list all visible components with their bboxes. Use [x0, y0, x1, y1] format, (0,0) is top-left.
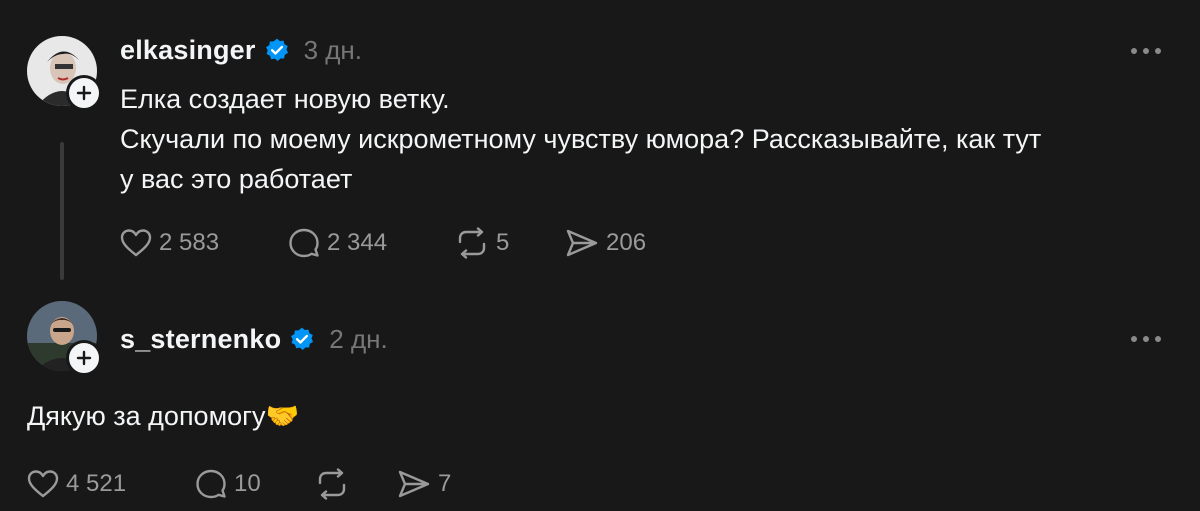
reply-button[interactable]: 10: [195, 468, 315, 500]
follow-button[interactable]: [66, 75, 102, 111]
plus-icon: [76, 350, 92, 366]
share-button[interactable]: 206: [565, 228, 646, 258]
post-body: Елка создает новую ветку. Скучали по мое…: [120, 79, 1180, 199]
follow-button[interactable]: [66, 340, 102, 376]
verified-badge-icon: [265, 38, 288, 61]
more-icon[interactable]: [1131, 48, 1161, 54]
reply-count: 10: [234, 470, 261, 497]
username[interactable]: elkasinger: [120, 35, 256, 66]
send-icon: [566, 229, 598, 257]
post-header: elkasinger 3 дн.: [120, 33, 362, 67]
like-count: 2 583: [159, 229, 220, 256]
more-icon[interactable]: [1131, 336, 1161, 342]
like-button[interactable]: 4 521: [27, 469, 195, 499]
thread-line: [60, 142, 64, 280]
username[interactable]: s_sternenko: [120, 324, 281, 355]
reply-count: 2 344: [327, 229, 388, 256]
reply-button[interactable]: 2 344: [288, 227, 455, 259]
repost-button[interactable]: [315, 468, 397, 500]
repost-icon: [318, 468, 346, 500]
speech-bubble-icon: [289, 228, 319, 258]
post-time: 2 дн.: [329, 323, 388, 354]
repost-icon: [458, 227, 486, 259]
like-count: 4 521: [66, 470, 127, 497]
post-text-line: Скучали по моему искрометному чувству юм…: [120, 124, 1042, 154]
like-button[interactable]: 2 583: [120, 228, 288, 258]
post-text-line: Елка создает новую ветку.: [120, 84, 450, 114]
post-text-line: у вас это работает: [120, 164, 353, 194]
repost-count: 5: [496, 229, 510, 256]
action-bar: 2 583 2 344 5 206: [120, 226, 646, 260]
heart-icon: [27, 470, 59, 498]
share-count: 7: [438, 470, 452, 497]
post-header: s_sternenko 2 дн.: [120, 322, 388, 356]
action-bar: 4 521 10 7: [27, 467, 451, 501]
share-button[interactable]: 7: [397, 469, 451, 499]
plus-icon: [76, 85, 92, 101]
share-count: 206: [606, 229, 647, 256]
post-text: Дякую за допомогу🤝: [27, 401, 300, 431]
verified-badge-icon: [291, 327, 314, 350]
send-icon: [398, 470, 430, 498]
repost-button[interactable]: 5: [455, 227, 565, 259]
speech-bubble-icon: [196, 469, 226, 499]
heart-icon: [120, 229, 152, 257]
post-time: 3 дн.: [303, 34, 363, 65]
